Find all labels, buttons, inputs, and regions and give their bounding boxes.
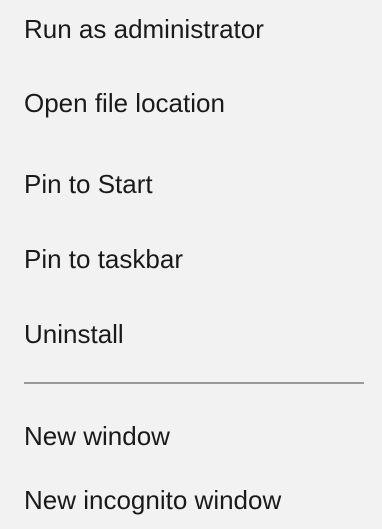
menu-item-label: New incognito window: [24, 484, 282, 515]
menu-item-label: New window: [24, 420, 170, 451]
menu-separator: [24, 382, 364, 384]
menu-item-pin-to-start[interactable]: Pin to Start: [0, 155, 382, 213]
menu-item-run-as-administrator[interactable]: Run as administrator: [0, 0, 382, 58]
menu-item-uninstall[interactable]: Uninstall: [0, 305, 382, 363]
menu-item-label: Uninstall: [24, 318, 124, 349]
menu-item-new-incognito-window[interactable]: New incognito window: [0, 471, 382, 529]
menu-item-label: Pin to taskbar: [24, 243, 183, 274]
menu-item-new-window[interactable]: New window: [0, 407, 382, 465]
menu-item-pin-to-taskbar[interactable]: Pin to taskbar: [0, 230, 382, 288]
menu-item-label: Open file location: [24, 87, 225, 118]
context-menu: Run as administrator Open file location …: [0, 0, 382, 529]
menu-item-open-file-location[interactable]: Open file location: [0, 74, 382, 132]
menu-item-label: Pin to Start: [24, 168, 153, 199]
menu-item-label: Run as administrator: [24, 13, 264, 44]
